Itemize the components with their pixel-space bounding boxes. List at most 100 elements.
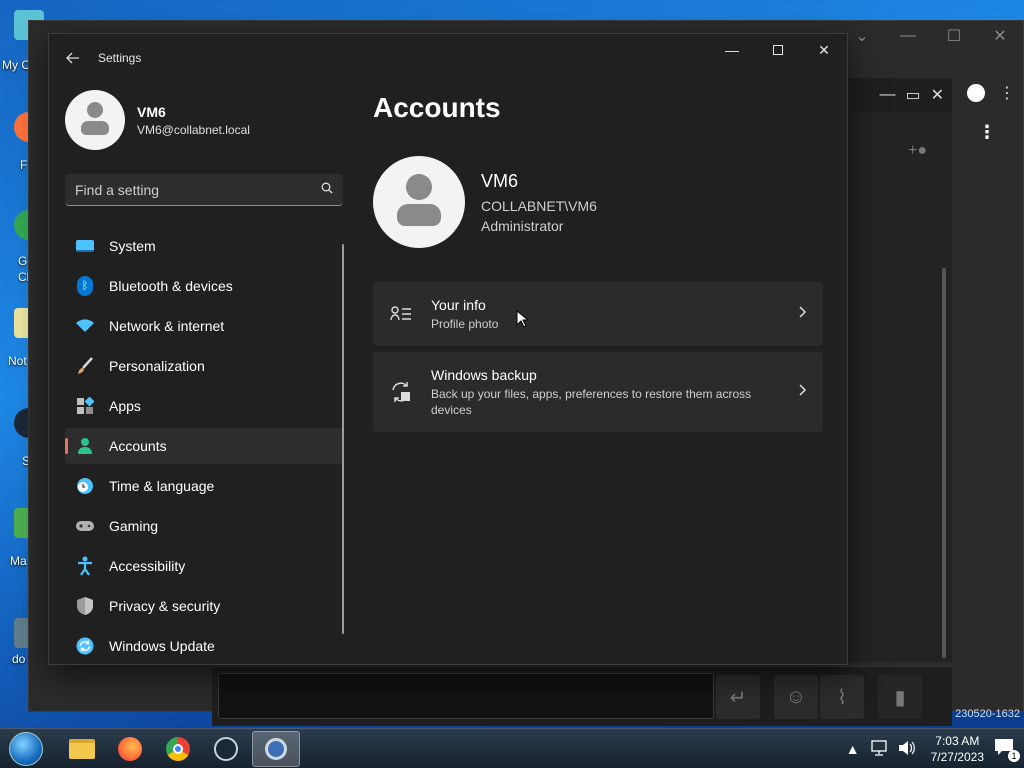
close-icon[interactable]: ✕	[977, 26, 1023, 46]
sidebar-item-apps[interactable]: Apps	[65, 388, 343, 424]
notification-center-button[interactable]: 1	[994, 738, 1020, 762]
taskbar-settings[interactable]	[252, 731, 300, 767]
desktop-icon-label: Ma	[10, 554, 27, 568]
maximize-icon	[773, 45, 783, 55]
person-icon	[75, 436, 95, 456]
settings-titlebar: Settings — ✕	[49, 34, 847, 82]
chat-input[interactable]	[218, 673, 714, 719]
sidebar-item-gaming[interactable]: Gaming	[65, 508, 343, 544]
page-title: Accounts	[373, 92, 501, 123]
maximize-icon[interactable]: ☐	[931, 26, 977, 46]
enter-icon[interactable]: ↵	[716, 675, 760, 719]
settings-gear-icon	[265, 738, 287, 760]
sidebar-item-privacy[interactable]: Privacy & security	[65, 588, 343, 624]
profile-icon[interactable]	[967, 84, 985, 102]
back-button[interactable]	[61, 46, 85, 70]
settings-window: Settings — ✕ VM6 VM6@collabnet.local Sys…	[48, 33, 848, 665]
mic-icon[interactable]: ▮	[878, 675, 922, 719]
taskbar-firefox[interactable]	[106, 731, 154, 767]
windows-backup-card[interactable]: Windows backup Back up your files, apps,…	[373, 352, 823, 432]
background-window-toolbar: ⋮	[967, 83, 1015, 103]
sidebar-item-windows-update[interactable]: Windows Update	[65, 628, 343, 664]
sidebar-scrollbar[interactable]	[342, 244, 344, 634]
file-explorer-icon	[69, 739, 95, 759]
sidebar-item-system[interactable]: System	[65, 228, 343, 264]
update-icon	[75, 636, 95, 656]
chevron-up-icon[interactable]: ▲	[846, 741, 860, 757]
sidebar-item-label: Accounts	[109, 438, 167, 454]
sidebar-item-personalization[interactable]: Personalization	[65, 348, 343, 384]
minimize-icon: —	[725, 42, 739, 58]
wifi-icon	[75, 316, 95, 336]
account-avatar	[373, 156, 465, 248]
maximize-button[interactable]	[755, 34, 801, 66]
your-info-card[interactable]: Your info Profile photo	[373, 282, 823, 346]
sidebar-item-label: System	[109, 238, 156, 254]
minimize-button[interactable]: —	[709, 34, 755, 66]
sidebar-item-accounts[interactable]: Accounts	[65, 428, 343, 464]
windows-logo-icon	[9, 732, 43, 766]
brush-icon	[75, 356, 95, 376]
sidebar-item-label: Apps	[109, 398, 141, 414]
more-options-icon[interactable]: ⋮	[978, 122, 996, 143]
search-icon[interactable]	[321, 182, 333, 197]
account-header: VM6 COLLABNET\VM6 Administrator	[373, 156, 597, 248]
account-domain: COLLABNET\VM6	[481, 197, 597, 214]
minimize-icon[interactable]: —	[879, 86, 895, 104]
system-icon	[75, 236, 95, 256]
chrome-icon	[166, 737, 190, 761]
taskbar-clock[interactable]: 7:03 AM 7/27/2023	[931, 733, 984, 765]
taskbar-chrome[interactable]	[154, 731, 202, 767]
sidebar-item-label: Gaming	[109, 518, 159, 534]
window-title: Settings	[98, 51, 142, 65]
desktop-icon-label: do	[12, 652, 26, 666]
maximize-icon[interactable]: ▭	[905, 85, 920, 105]
bluetooth-icon: ᛒ	[75, 276, 95, 296]
card-title: Your info	[431, 296, 486, 313]
desktop-icon-label: My C	[2, 58, 30, 72]
network-icon[interactable]	[870, 739, 888, 759]
taskbar-file-explorer[interactable]	[58, 731, 106, 767]
clock-time: 7:03 AM	[935, 734, 980, 748]
system-tray: ▲ 7:03 AM 7/27/2023 1	[841, 729, 1024, 768]
sidebar-item-label: Accessibility	[109, 558, 186, 574]
desktop-icon-label: G	[18, 254, 28, 268]
avatar	[65, 90, 125, 150]
minimize-icon[interactable]: —	[885, 27, 931, 45]
start-button[interactable]	[6, 731, 46, 767]
notification-count: 1	[1008, 750, 1020, 762]
user-profile[interactable]: VM6 VM6@collabnet.local	[65, 90, 250, 150]
volume-icon[interactable]	[898, 740, 916, 759]
card-title: Windows backup	[431, 366, 537, 383]
sidebar-item-network[interactable]: Network & internet	[65, 308, 343, 344]
emoji-icon[interactable]: ☺	[774, 675, 818, 719]
close-icon: ✕	[818, 41, 830, 58]
add-person-icon[interactable]: +●	[908, 142, 927, 160]
desktop-icon-label: Not	[8, 354, 27, 368]
profile-name: VM6	[137, 103, 166, 120]
steam-icon	[214, 737, 238, 761]
sidebar-item-accessibility[interactable]: Accessibility	[65, 548, 343, 584]
account-role: Administrator	[481, 217, 564, 234]
more-options-icon[interactable]: ⋮	[999, 83, 1015, 103]
close-icon[interactable]: ✕	[931, 85, 944, 105]
mouse-cursor-icon	[516, 310, 528, 328]
apps-icon	[75, 396, 95, 416]
sidebar-item-label: Network & internet	[109, 318, 225, 334]
window-controls: — ✕	[709, 34, 847, 66]
search-box[interactable]	[65, 174, 343, 206]
taskbar-steam[interactable]	[202, 731, 250, 767]
close-button[interactable]: ✕	[801, 34, 847, 66]
search-input[interactable]	[75, 181, 321, 198]
clock-date: 7/27/2023	[930, 750, 984, 764]
sidebar-item-label: Bluetooth & devices	[109, 278, 233, 294]
sidebar-item-label: Privacy & security	[109, 598, 221, 614]
backup-sync-icon	[389, 380, 413, 404]
attach-icon[interactable]: ⌇	[820, 675, 864, 719]
sidebar-item-time-language[interactable]: Time & language	[65, 468, 343, 504]
gamepad-icon	[75, 516, 95, 536]
scrollbar[interactable]	[942, 268, 946, 658]
version-text: 230520-1632	[955, 708, 1020, 720]
card-description: Back up your files, apps, preferences to…	[431, 386, 752, 417]
sidebar-item-bluetooth[interactable]: ᛒ Bluetooth & devices	[65, 268, 343, 304]
